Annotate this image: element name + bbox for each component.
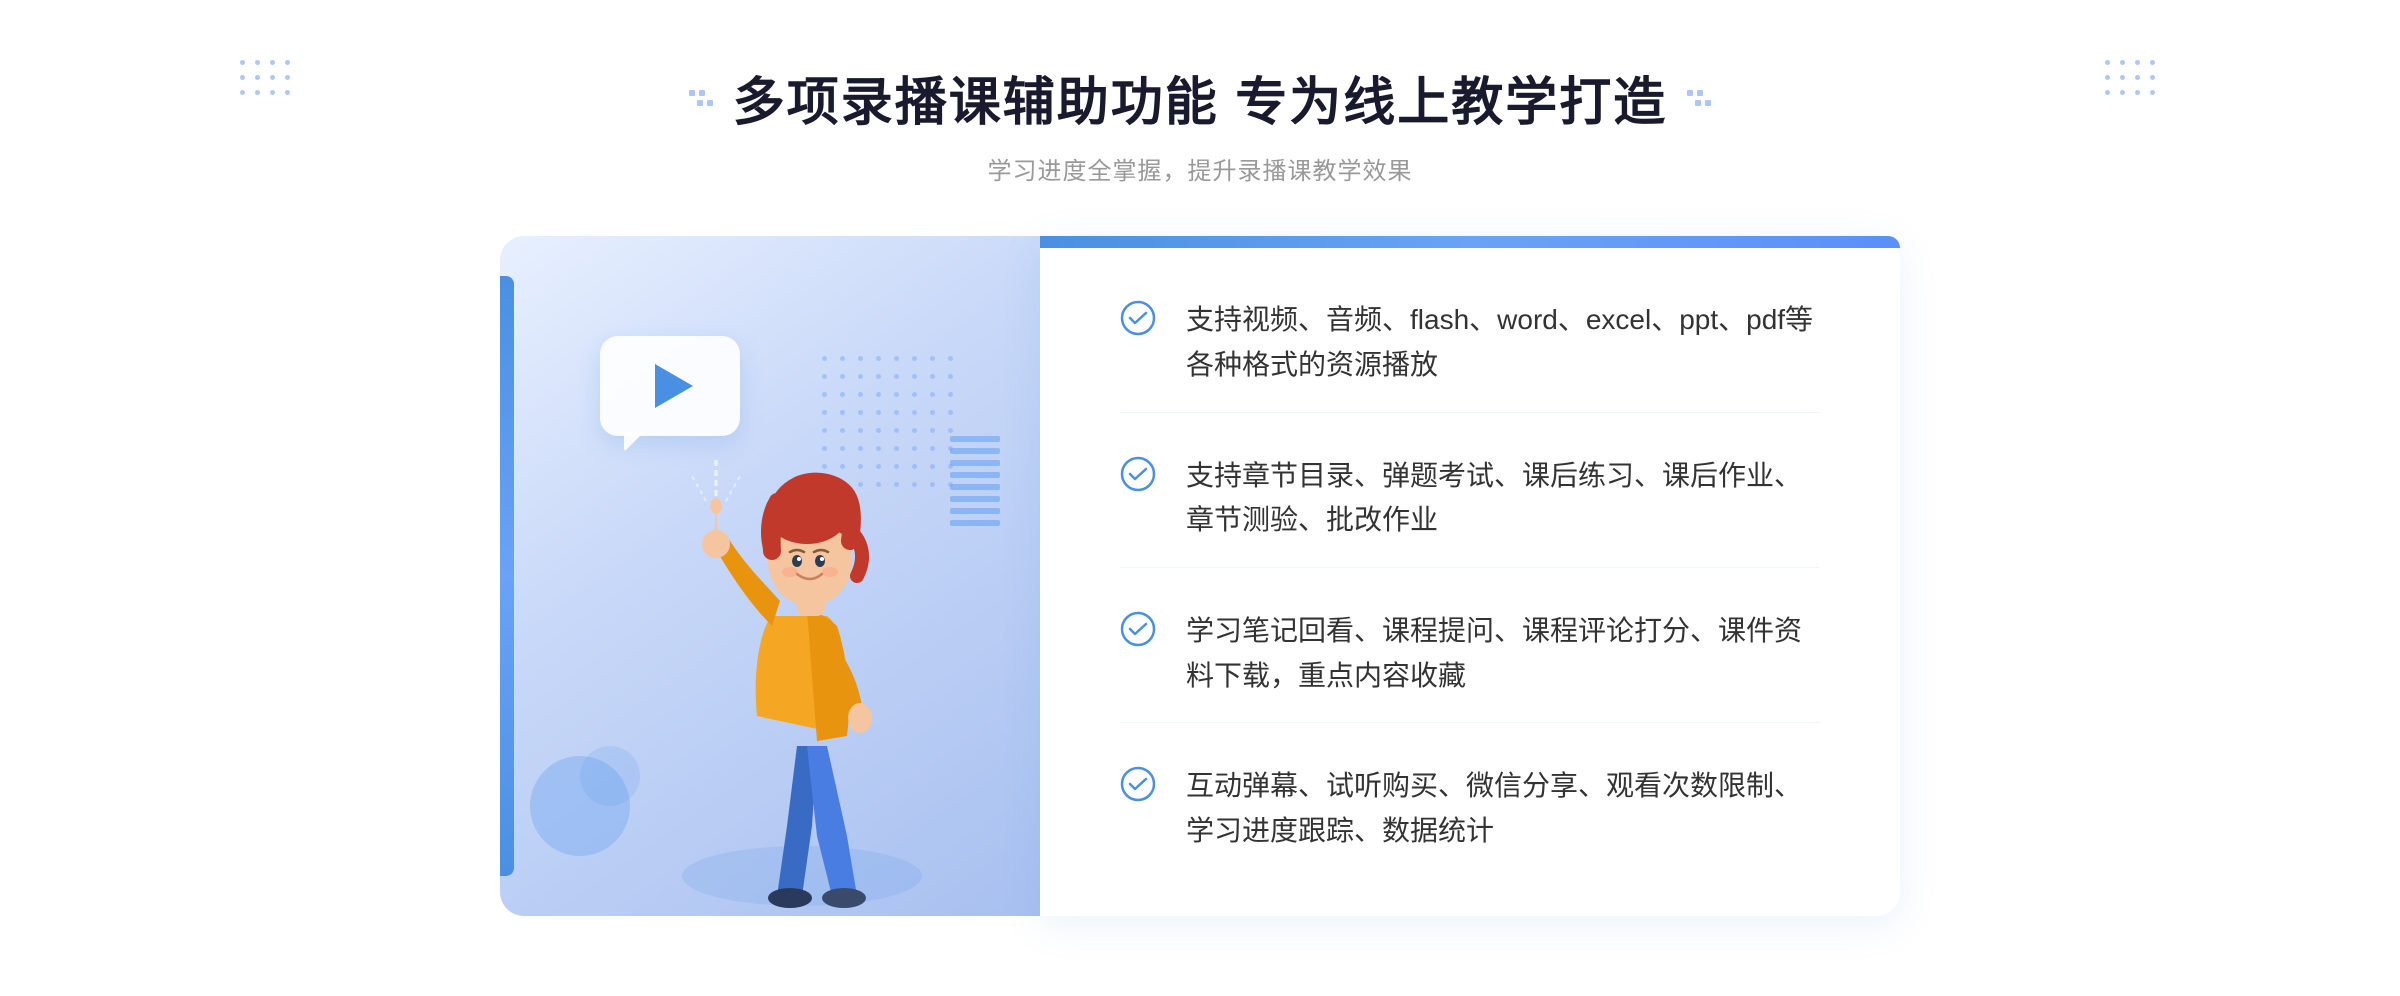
feature-text-3: 学习笔记回看、课程提问、课程评论打分、课件资料下载，重点内容收藏 bbox=[1186, 609, 1820, 699]
title-row: 多项录播课辅助功能 专为线上教学打造 bbox=[689, 60, 1711, 135]
blue-bar-decoration bbox=[500, 276, 514, 876]
character-illustration bbox=[642, 396, 962, 916]
feature-text-1: 支持视频、音频、flash、word、excel、ppt、pdf等各种格式的资源… bbox=[1186, 298, 1820, 388]
deco-circle-small bbox=[580, 746, 640, 806]
feature-item-4: 互动弹幕、试听购买、微信分享、观看次数限制、学习进度跟踪、数据统计 bbox=[1120, 740, 1820, 878]
title-decoration-right bbox=[1687, 90, 1711, 106]
feature-text-4: 互动弹幕、试听购买、微信分享、观看次数限制、学习进度跟踪、数据统计 bbox=[1186, 764, 1820, 854]
subtitle: 学习进度全掌握，提升录播课教学效果 bbox=[689, 151, 1711, 186]
feature-text-2: 支持章节目录、弹题考试、课后练习、课后作业、章节测验、批改作业 bbox=[1186, 454, 1820, 544]
corner-dots-top-right bbox=[2105, 60, 2160, 100]
check-icon-1 bbox=[1120, 300, 1156, 336]
feature-item-3: 学习笔记回看、课程提问、课程评论打分、课件资料下载，重点内容收藏 bbox=[1120, 585, 1820, 724]
main-title: 多项录播课辅助功能 专为线上教学打造 bbox=[733, 60, 1667, 135]
check-icon-3 bbox=[1120, 611, 1156, 647]
illustration-panel bbox=[500, 236, 1040, 916]
features-panel: 支持视频、音频、flash、word、excel、ppt、pdf等各种格式的资源… bbox=[1040, 236, 1900, 916]
check-icon-2 bbox=[1120, 456, 1156, 492]
title-decoration-left bbox=[689, 90, 713, 106]
header-section: 多项录播课辅助功能 专为线上教学打造 学习进度全掌握，提升录播课教学效果 bbox=[689, 60, 1711, 186]
corner-dots-top-left bbox=[240, 60, 295, 100]
feature-item-2: 支持章节目录、弹题考试、课后练习、课后作业、章节测验、批改作业 bbox=[1120, 430, 1820, 569]
check-icon-4 bbox=[1120, 766, 1156, 802]
content-area: › › bbox=[500, 236, 1900, 916]
features-top-accent bbox=[1040, 236, 1900, 248]
page-container: 多项录播课辅助功能 专为线上教学打造 学习进度全掌握，提升录播课教学效果 › › bbox=[0, 0, 2400, 996]
feature-item-1: 支持视频、音频、flash、word、excel、ppt、pdf等各种格式的资源… bbox=[1120, 274, 1820, 413]
